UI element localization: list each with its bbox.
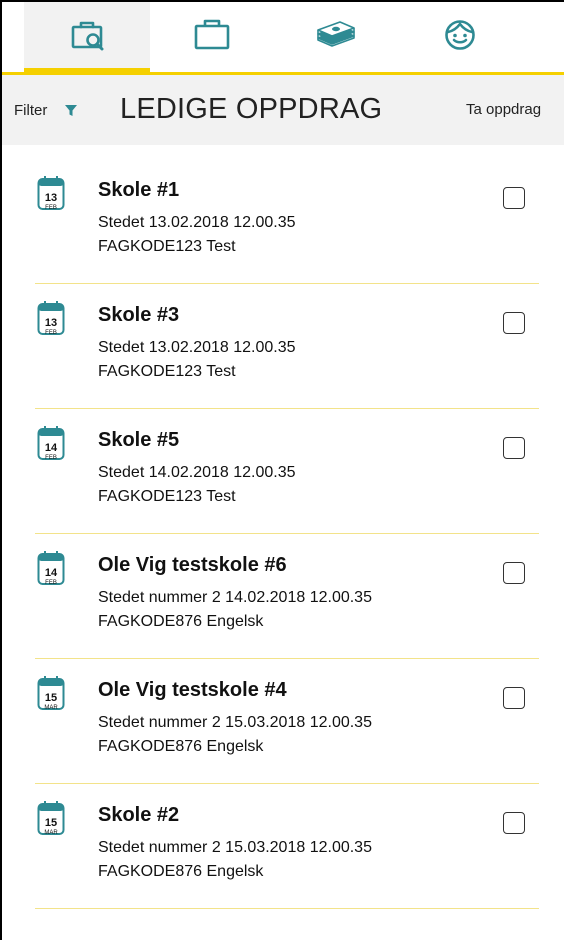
calendar-day: 13 bbox=[44, 317, 58, 329]
calendar-month: MAR bbox=[44, 705, 58, 711]
select-checkbox[interactable] bbox=[503, 687, 525, 709]
face-icon bbox=[443, 18, 477, 57]
calendar-icon: 15 MAR bbox=[37, 676, 65, 711]
take-jobs-button[interactable]: Ta oppdrag bbox=[466, 101, 541, 118]
job-title: Skole #1 bbox=[98, 179, 180, 201]
select-checkbox[interactable] bbox=[503, 562, 525, 584]
calendar-month: FEB bbox=[45, 580, 57, 586]
job-title: Skole #2 bbox=[98, 804, 180, 826]
page-title: LEDIGE OPPDRAG bbox=[120, 93, 383, 125]
briefcase-search-icon bbox=[69, 19, 105, 56]
money-stack-icon bbox=[314, 20, 358, 55]
job-location-time: Stedet 13.02.2018 12.00.35 bbox=[98, 339, 296, 356]
calendar-day: 14 bbox=[44, 442, 58, 454]
select-checkbox[interactable] bbox=[503, 812, 525, 834]
select-checkbox[interactable] bbox=[503, 312, 525, 334]
list-item[interactable]: 14 FEB Ole Vig testskole #6 Stedet numme… bbox=[35, 534, 539, 659]
select-checkbox[interactable] bbox=[503, 437, 525, 459]
calendar-month: FEB bbox=[45, 330, 57, 336]
job-title: Ole Vig testskole #6 bbox=[98, 554, 287, 576]
list-item[interactable]: 13 FEB Skole #3 Stedet 13.02.2018 12.00.… bbox=[35, 284, 539, 409]
select-checkbox[interactable] bbox=[503, 187, 525, 209]
tab-my-jobs[interactable] bbox=[150, 2, 274, 72]
calendar-day: 13 bbox=[44, 192, 58, 204]
job-subject: FAGKODE123 Test bbox=[98, 238, 236, 255]
job-location-time: Stedet 13.02.2018 12.00.35 bbox=[98, 214, 296, 231]
page-header: Filter LEDIGE OPPDRAG Ta oppdrag bbox=[2, 75, 564, 145]
calendar-month: FEB bbox=[45, 455, 57, 461]
job-list: 13 FEB Skole #1 Stedet 13.02.2018 12.00.… bbox=[2, 159, 564, 909]
job-location-time: Stedet nummer 2 14.02.2018 12.00.35 bbox=[98, 589, 372, 606]
list-item[interactable]: 15 MAR Ole Vig testskole #4 Stedet numme… bbox=[35, 659, 539, 784]
calendar-day: 15 bbox=[44, 692, 58, 704]
briefcase-icon bbox=[192, 18, 232, 57]
calendar-icon: 14 FEB bbox=[37, 426, 65, 461]
filter-label[interactable]: Filter bbox=[14, 102, 47, 119]
filter-icon[interactable] bbox=[64, 104, 78, 123]
calendar-day: 15 bbox=[44, 817, 58, 829]
tab-profile[interactable] bbox=[398, 2, 522, 72]
job-location-time: Stedet nummer 2 15.03.2018 12.00.35 bbox=[98, 714, 372, 731]
calendar-month: MAR bbox=[44, 830, 58, 836]
job-title: Skole #3 bbox=[98, 304, 180, 326]
app-screen: Filter LEDIGE OPPDRAG Ta oppdrag 13 FEB … bbox=[0, 0, 564, 940]
calendar-icon: 15 MAR bbox=[37, 801, 65, 836]
calendar-month: FEB bbox=[45, 205, 57, 211]
list-item[interactable]: 15 MAR Skole #2 Stedet nummer 2 15.03.20… bbox=[35, 784, 539, 909]
job-location-time: Stedet nummer 2 15.03.2018 12.00.35 bbox=[98, 839, 372, 856]
job-subject: FAGKODE876 Engelsk bbox=[98, 738, 264, 755]
tab-available-jobs[interactable] bbox=[24, 2, 150, 72]
tab-bar bbox=[2, 2, 564, 72]
calendar-icon: 13 FEB bbox=[37, 176, 65, 211]
job-subject: FAGKODE876 Engelsk bbox=[98, 863, 264, 880]
list-item[interactable]: 13 FEB Skole #1 Stedet 13.02.2018 12.00.… bbox=[35, 159, 539, 284]
job-title: Skole #5 bbox=[98, 429, 180, 451]
job-location-time: Stedet 14.02.2018 12.00.35 bbox=[98, 464, 296, 481]
calendar-icon: 13 FEB bbox=[37, 301, 65, 336]
job-subject: FAGKODE123 Test bbox=[98, 363, 236, 380]
calendar-day: 14 bbox=[44, 567, 58, 579]
tab-payments[interactable] bbox=[274, 2, 398, 72]
list-item[interactable]: 14 FEB Skole #5 Stedet 14.02.2018 12.00.… bbox=[35, 409, 539, 534]
job-subject: FAGKODE123 Test bbox=[98, 488, 236, 505]
job-title: Ole Vig testskole #4 bbox=[98, 679, 287, 701]
job-subject: FAGKODE876 Engelsk bbox=[98, 613, 264, 630]
calendar-icon: 14 FEB bbox=[37, 551, 65, 586]
